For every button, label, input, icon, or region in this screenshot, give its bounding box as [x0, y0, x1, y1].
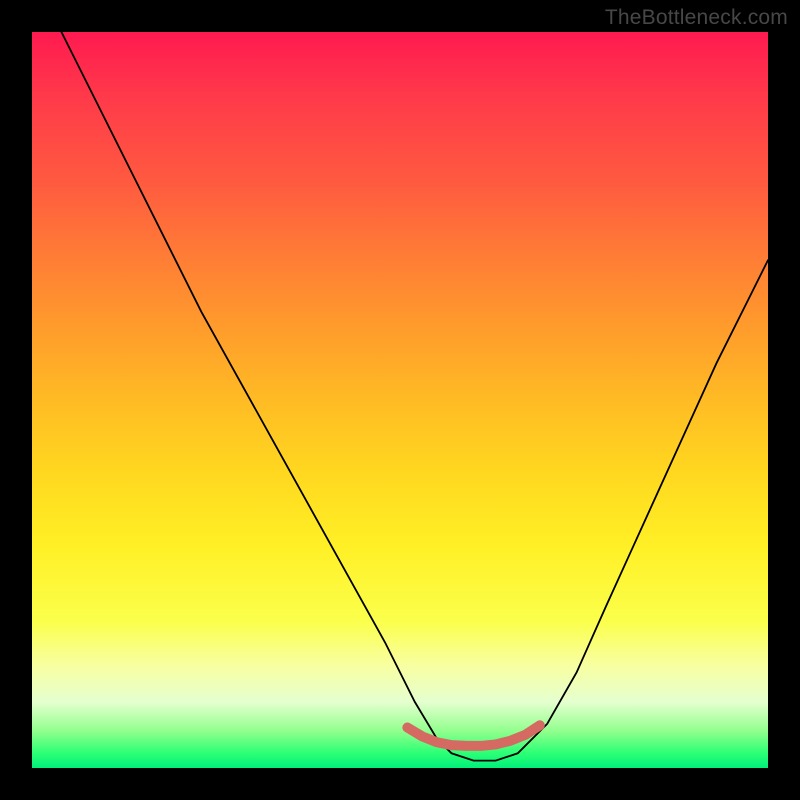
chart-svg: [32, 32, 768, 768]
bottleneck-chart: TheBottleneck.com: [0, 0, 800, 800]
bottleneck-curve-line: [61, 32, 768, 761]
plot-area: [32, 32, 768, 768]
watermark-text: TheBottleneck.com: [605, 6, 788, 30]
optimal-band-line: [407, 725, 539, 746]
